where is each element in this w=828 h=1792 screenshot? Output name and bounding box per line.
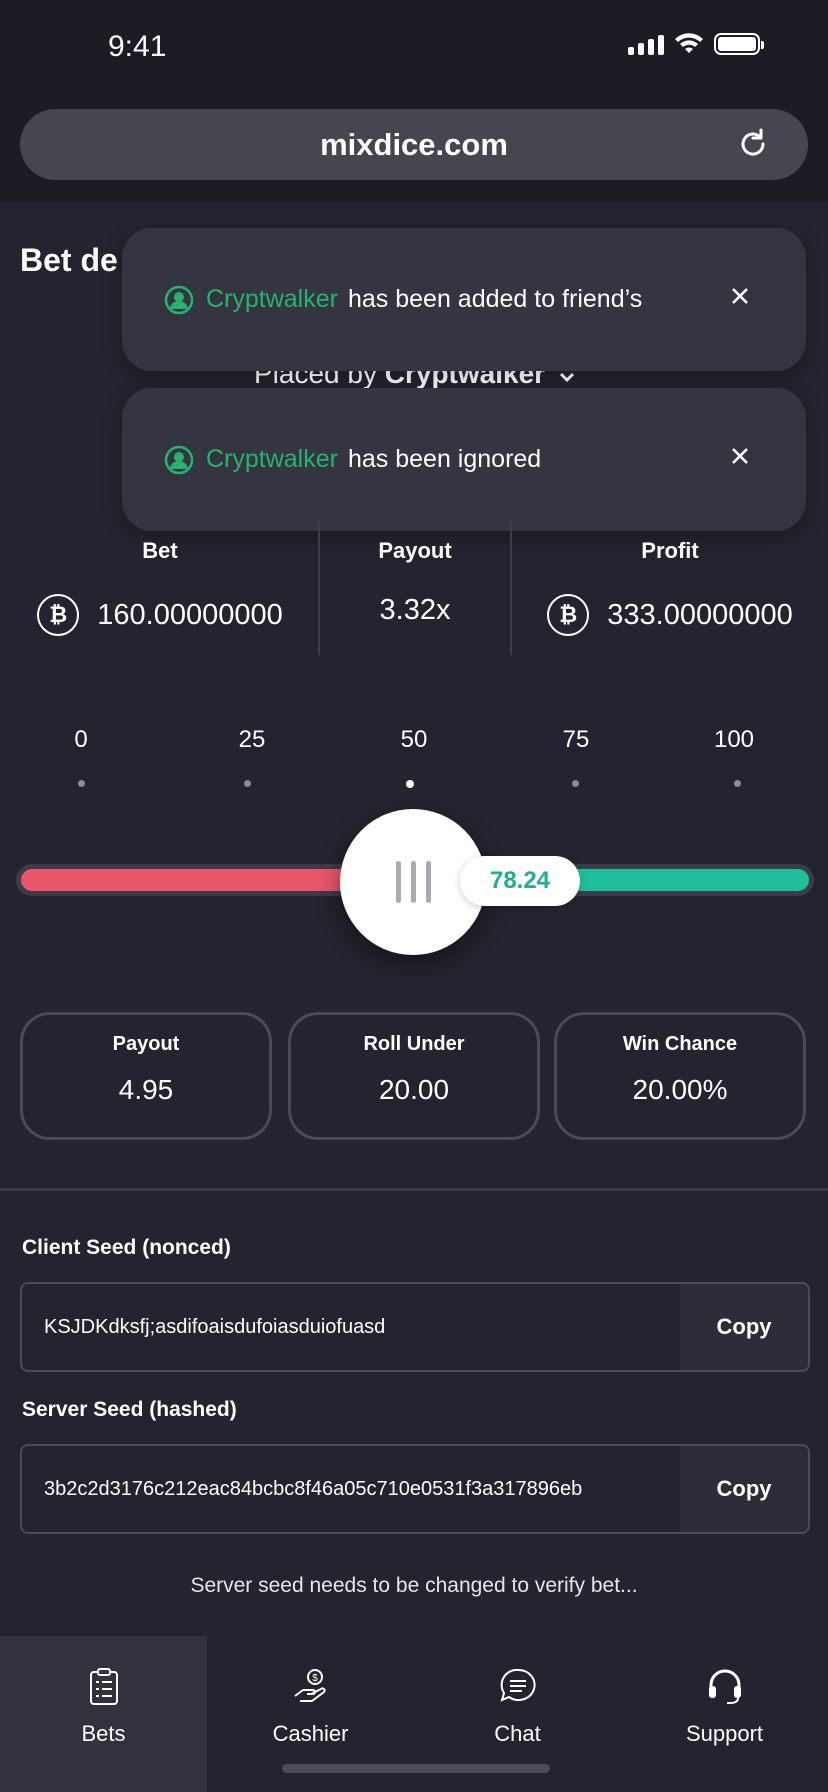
tab-bets[interactable]: Bets: [0, 1636, 207, 1792]
stat-profit-value: 333.00000000: [607, 598, 793, 631]
tick-label: 100: [713, 726, 755, 753]
info-roll-under-label: Roll Under: [363, 1033, 465, 1055]
toast-message: has been added to friend’s: [347, 285, 643, 313]
close-icon[interactable]: [730, 286, 750, 306]
tick-dot: [244, 780, 251, 787]
tick-dot: [406, 780, 414, 788]
url-text: mixdice.com: [320, 126, 508, 162]
toast-friend-added: Cryptwalker has been added to friend’s: [122, 228, 806, 371]
server-seed-field[interactable]: 3b2c2d3176c212eac84bcbc8f46a05c710e0531f…: [20, 1444, 810, 1534]
user-icon: [164, 285, 194, 314]
cellular-signal-icon: [628, 33, 664, 55]
client-seed-field[interactable]: KSJDKdksfj;asdifoaisdufoiasduiofuasd Cop…: [20, 1282, 810, 1372]
divider: [510, 520, 512, 655]
bitcoin-icon: ₿: [37, 594, 80, 636]
tab-support[interactable]: Support: [621, 1636, 828, 1792]
battery-icon: [714, 33, 764, 55]
tick-label: 75: [562, 726, 590, 753]
client-seed-value[interactable]: KSJDKdksfj;asdifoaisdufoiasduiofuasd: [44, 1284, 385, 1370]
info-roll-under[interactable]: Roll Under 20.00: [288, 1012, 540, 1140]
tab-chat-label: Chat: [494, 1721, 541, 1746]
copy-client-seed-button[interactable]: Copy: [680, 1284, 808, 1370]
tick-label: 25: [238, 726, 266, 753]
chevron-down-icon: [559, 372, 574, 383]
toast-ignored: Cryptwalker has been ignored: [122, 388, 806, 531]
info-win-chance-value: 20.00%: [632, 1074, 728, 1105]
tab-bets-label: Bets: [81, 1721, 126, 1746]
reload-icon[interactable]: [736, 127, 770, 161]
info-payout-label: Payout: [112, 1033, 180, 1055]
stat-payout: Payout 3.32x: [320, 520, 510, 655]
tab-cashier-label: Cashier: [272, 1721, 349, 1746]
chat-icon: [499, 1668, 536, 1702]
close-icon[interactable]: [730, 446, 750, 466]
clipboard-icon: [89, 1668, 118, 1705]
server-seed-value[interactable]: 3b2c2d3176c212eac84bcbc8f46a05c710e0531f…: [44, 1446, 582, 1532]
tick-dot: [734, 780, 741, 787]
tick-label: 50: [400, 726, 428, 753]
toast-user-name[interactable]: Cryptwalker: [206, 445, 338, 474]
section-divider: [0, 1188, 828, 1191]
copy-server-seed-button[interactable]: Copy: [680, 1446, 808, 1532]
info-payout[interactable]: Payout 4.95: [20, 1012, 272, 1140]
toast-user-name[interactable]: Cryptwalker: [206, 285, 338, 314]
server-seed-label: Server Seed (hashed): [22, 1398, 237, 1421]
status-icons: [628, 33, 764, 55]
cashier-icon: $: [293, 1669, 326, 1702]
stat-payout-label: Payout: [378, 538, 452, 563]
stat-profit-label: Profit: [641, 538, 699, 563]
tick-dot: [78, 780, 85, 787]
status-time: 9:41: [108, 30, 167, 63]
slider-value: 78.24: [460, 856, 580, 906]
info-roll-under-value: 20.00: [378, 1074, 450, 1105]
info-win-chance-label: Win Chance: [622, 1033, 738, 1055]
tick-dot: [572, 780, 579, 787]
tab-support-label: Support: [685, 1721, 764, 1746]
svg-text:$: $: [312, 1673, 318, 1684]
toast-message: has been ignored: [347, 445, 542, 473]
client-seed-label: Client Seed (nonced): [22, 1236, 231, 1259]
stat-profit: Profit ₿ 333.00000000: [520, 520, 820, 655]
url-bar[interactable]: mixdice.com: [20, 109, 808, 180]
info-payout-value: 4.95: [118, 1074, 174, 1105]
slider-ticks: 0 25 50 75 100: [0, 726, 828, 788]
stat-bet: Bet ₿ 160.00000000: [10, 520, 310, 655]
user-icon: [164, 445, 194, 474]
bet-stats: Bet ₿ 160.00000000 Payout 3.32x Profit ₿…: [0, 520, 828, 655]
stat-bet-label: Bet: [142, 538, 178, 563]
tick-label: 0: [74, 726, 88, 753]
headset-icon: [708, 1669, 741, 1704]
verify-notice: Server seed needs to be changed to verif…: [190, 1574, 638, 1597]
stat-payout-value: 3.32x: [379, 594, 451, 626]
info-win-chance[interactable]: Win Chance 20.00%: [554, 1012, 806, 1140]
wifi-icon: [675, 33, 703, 53]
browser-chrome: 9:41 mixdice.com: [0, 0, 828, 202]
stat-bet-value: 160.00000000: [97, 598, 283, 631]
page-title: Bet de: [20, 242, 118, 278]
home-indicator: [282, 1764, 550, 1773]
bitcoin-icon: ₿: [547, 594, 590, 636]
